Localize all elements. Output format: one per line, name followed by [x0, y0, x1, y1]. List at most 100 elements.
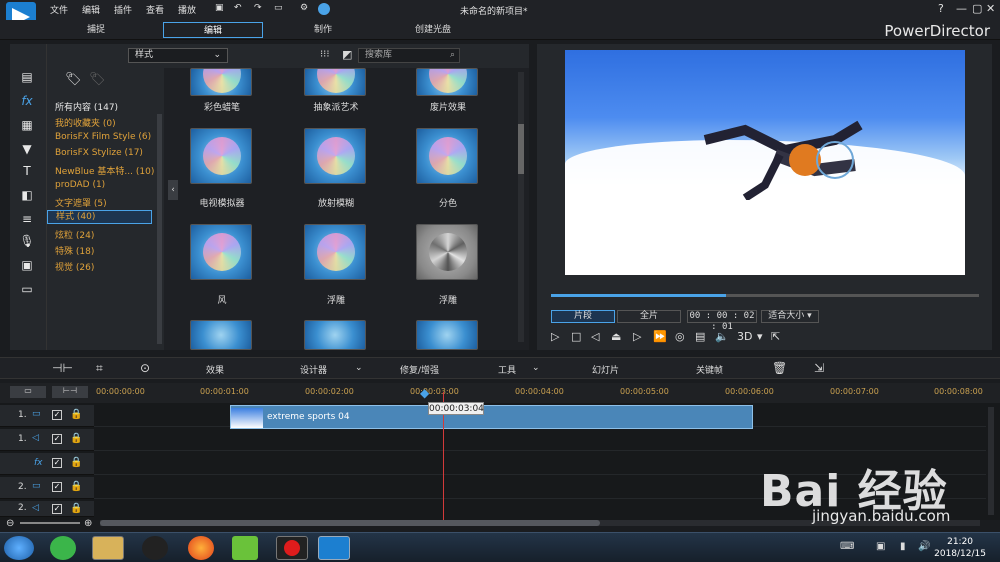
category-all[interactable]: 所有内容 (147) [55, 100, 118, 113]
system-clock[interactable]: 21:20 2018/12/15 [934, 536, 986, 560]
thumb-radial-blur[interactable] [304, 128, 366, 184]
category-special[interactable]: 特殊 (18) [55, 244, 94, 257]
qq-icon[interactable] [142, 536, 168, 560]
tab-create-disc[interactable]: 创建光盘 [383, 22, 483, 38]
media-app-icon[interactable] [232, 536, 258, 560]
designer-button[interactable]: 设计器 [300, 363, 327, 376]
add-tag-icon[interactable]: 🏷 [65, 72, 82, 87]
subtitle-icon[interactable]: ▤ [695, 330, 705, 343]
tab-edit[interactable]: 编辑 [163, 22, 263, 38]
category-borisfx-stylize[interactable]: BorisFX Stylize (17) [55, 148, 143, 158]
preview-scrubber[interactable] [551, 294, 979, 297]
category-prodad[interactable]: proDAD (1) [55, 180, 105, 190]
transition-room-icon[interactable]: ◧ [18, 188, 36, 204]
playhead-handle-icon[interactable]: ◆ [420, 386, 429, 400]
tray-icon[interactable]: ▣ [876, 541, 885, 552]
thumb-tv-simulator[interactable] [190, 128, 252, 184]
fit-dropdown[interactable]: 适合大小 ▾ [761, 310, 819, 323]
undock-icon[interactable]: ⇱ [771, 330, 780, 343]
maximize-button[interactable]: ▢ [972, 2, 982, 15]
category-text-mask[interactable]: 文字遮罩 (5) [55, 196, 107, 209]
audio-mixing-icon[interactable]: ≡ [18, 212, 36, 228]
subtitle-room-icon[interactable]: ▭ [18, 282, 36, 298]
undo-icon[interactable]: ↶ [234, 3, 242, 13]
account-icon[interactable] [318, 3, 330, 15]
chapter-room-icon[interactable]: ▣ [18, 258, 36, 274]
category-visual[interactable]: 视觉 (26) [55, 260, 94, 273]
stop-icon[interactable]: □ [571, 330, 581, 343]
thumb-emboss-gray[interactable] [416, 224, 478, 280]
firefox-icon[interactable] [188, 536, 214, 560]
grid-view-icon[interactable]: ⁝⁝⁝ [320, 49, 330, 60]
camera-icon[interactable]: ◎ [675, 330, 685, 343]
play-icon[interactable]: ▷ [551, 330, 559, 343]
movie-mode-button[interactable]: 全片 [617, 310, 681, 323]
redo-icon[interactable]: ↷ [254, 3, 262, 13]
thumb-next-row[interactable] [416, 320, 478, 350]
thumb-wind[interactable] [190, 224, 252, 280]
lock-icon[interactable]: 🔒 [70, 433, 82, 444]
effects-button[interactable]: 效果 [206, 363, 224, 376]
close-button[interactable]: ✕ [986, 2, 995, 15]
chevron-circle-icon[interactable]: ⊙ [140, 361, 150, 375]
chevron-down-icon[interactable]: ⌄ [355, 363, 363, 373]
powerdirector-taskbar-icon[interactable] [318, 536, 350, 560]
thumb-emboss-color[interactable] [304, 224, 366, 280]
browser-360-icon[interactable] [50, 536, 76, 560]
export-icon[interactable]: ⇲ [814, 361, 824, 375]
menu-play[interactable]: 播放 [178, 3, 196, 16]
thumb-color-crayon[interactable] [190, 68, 252, 96]
menu-edit[interactable]: 编辑 [82, 3, 100, 16]
speaker-icon[interactable]: 🔊 [918, 541, 930, 552]
menu-plugins[interactable]: 插件 [114, 3, 132, 16]
prev-frame-icon[interactable]: ◁ [591, 330, 599, 343]
crop-icon[interactable]: ⌗ [96, 361, 103, 376]
minimize-button[interactable]: — [956, 2, 967, 15]
particle-room-icon[interactable]: ▼ [18, 142, 36, 158]
lock-icon[interactable]: 🔒 [70, 409, 82, 420]
media-room-icon[interactable]: ▤ [18, 70, 36, 86]
fix-enhance-button[interactable]: 修复/增强 [400, 363, 439, 376]
help-button[interactable]: ? [938, 2, 944, 15]
snapshot-marker-icon[interactable]: ⏏ [611, 330, 621, 343]
layout-icon[interactable]: ◩ [342, 48, 352, 61]
3d-toggle[interactable]: 3D [737, 330, 752, 343]
title-room-icon[interactable]: T [18, 164, 36, 180]
aspect-icon[interactable]: ▭ [274, 3, 283, 13]
category-particle[interactable]: 炫粒 (24) [55, 228, 94, 241]
category-scrollbar[interactable] [157, 114, 162, 344]
menu-file[interactable]: 文件 [50, 3, 68, 16]
fx-room-icon[interactable]: fx [18, 94, 36, 110]
fast-forward-icon[interactable]: ⏩ [653, 330, 667, 343]
thumb-next-row[interactable] [304, 320, 366, 350]
timeline-ruler[interactable]: ▭ ⊢⊣ 00:00:00:00 00:00:01:00 00:00:02:00… [0, 383, 1000, 403]
keyframe-button[interactable]: 关键帧 [696, 363, 723, 376]
settings-icon[interactable]: ⚙ [300, 3, 308, 13]
chevron-down-icon[interactable]: ▾ [757, 330, 763, 343]
fit-timeline-icon[interactable]: ⊢⊣ [52, 386, 88, 398]
tab-capture[interactable]: 捕捉 [46, 22, 146, 38]
track-manager-icon[interactable]: ▭ [10, 386, 46, 398]
next-frame-icon[interactable]: ▷ [633, 330, 641, 343]
start-button-icon[interactable] [4, 536, 34, 560]
recorder-icon[interactable] [276, 536, 308, 560]
volume-icon[interactable]: 🔈 [715, 330, 729, 343]
zoom-in-icon[interactable]: ⊕ [84, 518, 92, 529]
category-style[interactable]: 样式 (40) [47, 210, 152, 224]
library-scrollbar[interactable] [518, 72, 524, 342]
search-input[interactable]: 搜索库 ⌕ [358, 48, 460, 63]
network-icon[interactable]: ▮ [900, 541, 906, 552]
file-explorer-icon[interactable] [92, 536, 124, 560]
split-icon[interactable]: ⊣⊢ [52, 361, 73, 375]
tools-button[interactable]: 工具 [498, 363, 516, 376]
remove-tag-icon[interactable]: 🏷 [89, 72, 106, 87]
timeline-clip[interactable]: extreme sports 04 [230, 405, 753, 429]
thumb-abstract-art[interactable] [304, 68, 366, 96]
chevron-down-icon[interactable]: ⌄ [532, 363, 540, 373]
category-favorites[interactable]: 我的收藏夹 (0) [55, 116, 116, 129]
save-icon[interactable]: ▣ [215, 3, 224, 13]
track-enable-checkbox[interactable]: ✓ [52, 458, 62, 468]
clip-mode-button[interactable]: 片段 [551, 310, 615, 323]
pip-room-icon[interactable]: ▦ [18, 118, 36, 134]
timecode-display[interactable]: 00 : 00 : 02 : 01 [687, 310, 757, 332]
